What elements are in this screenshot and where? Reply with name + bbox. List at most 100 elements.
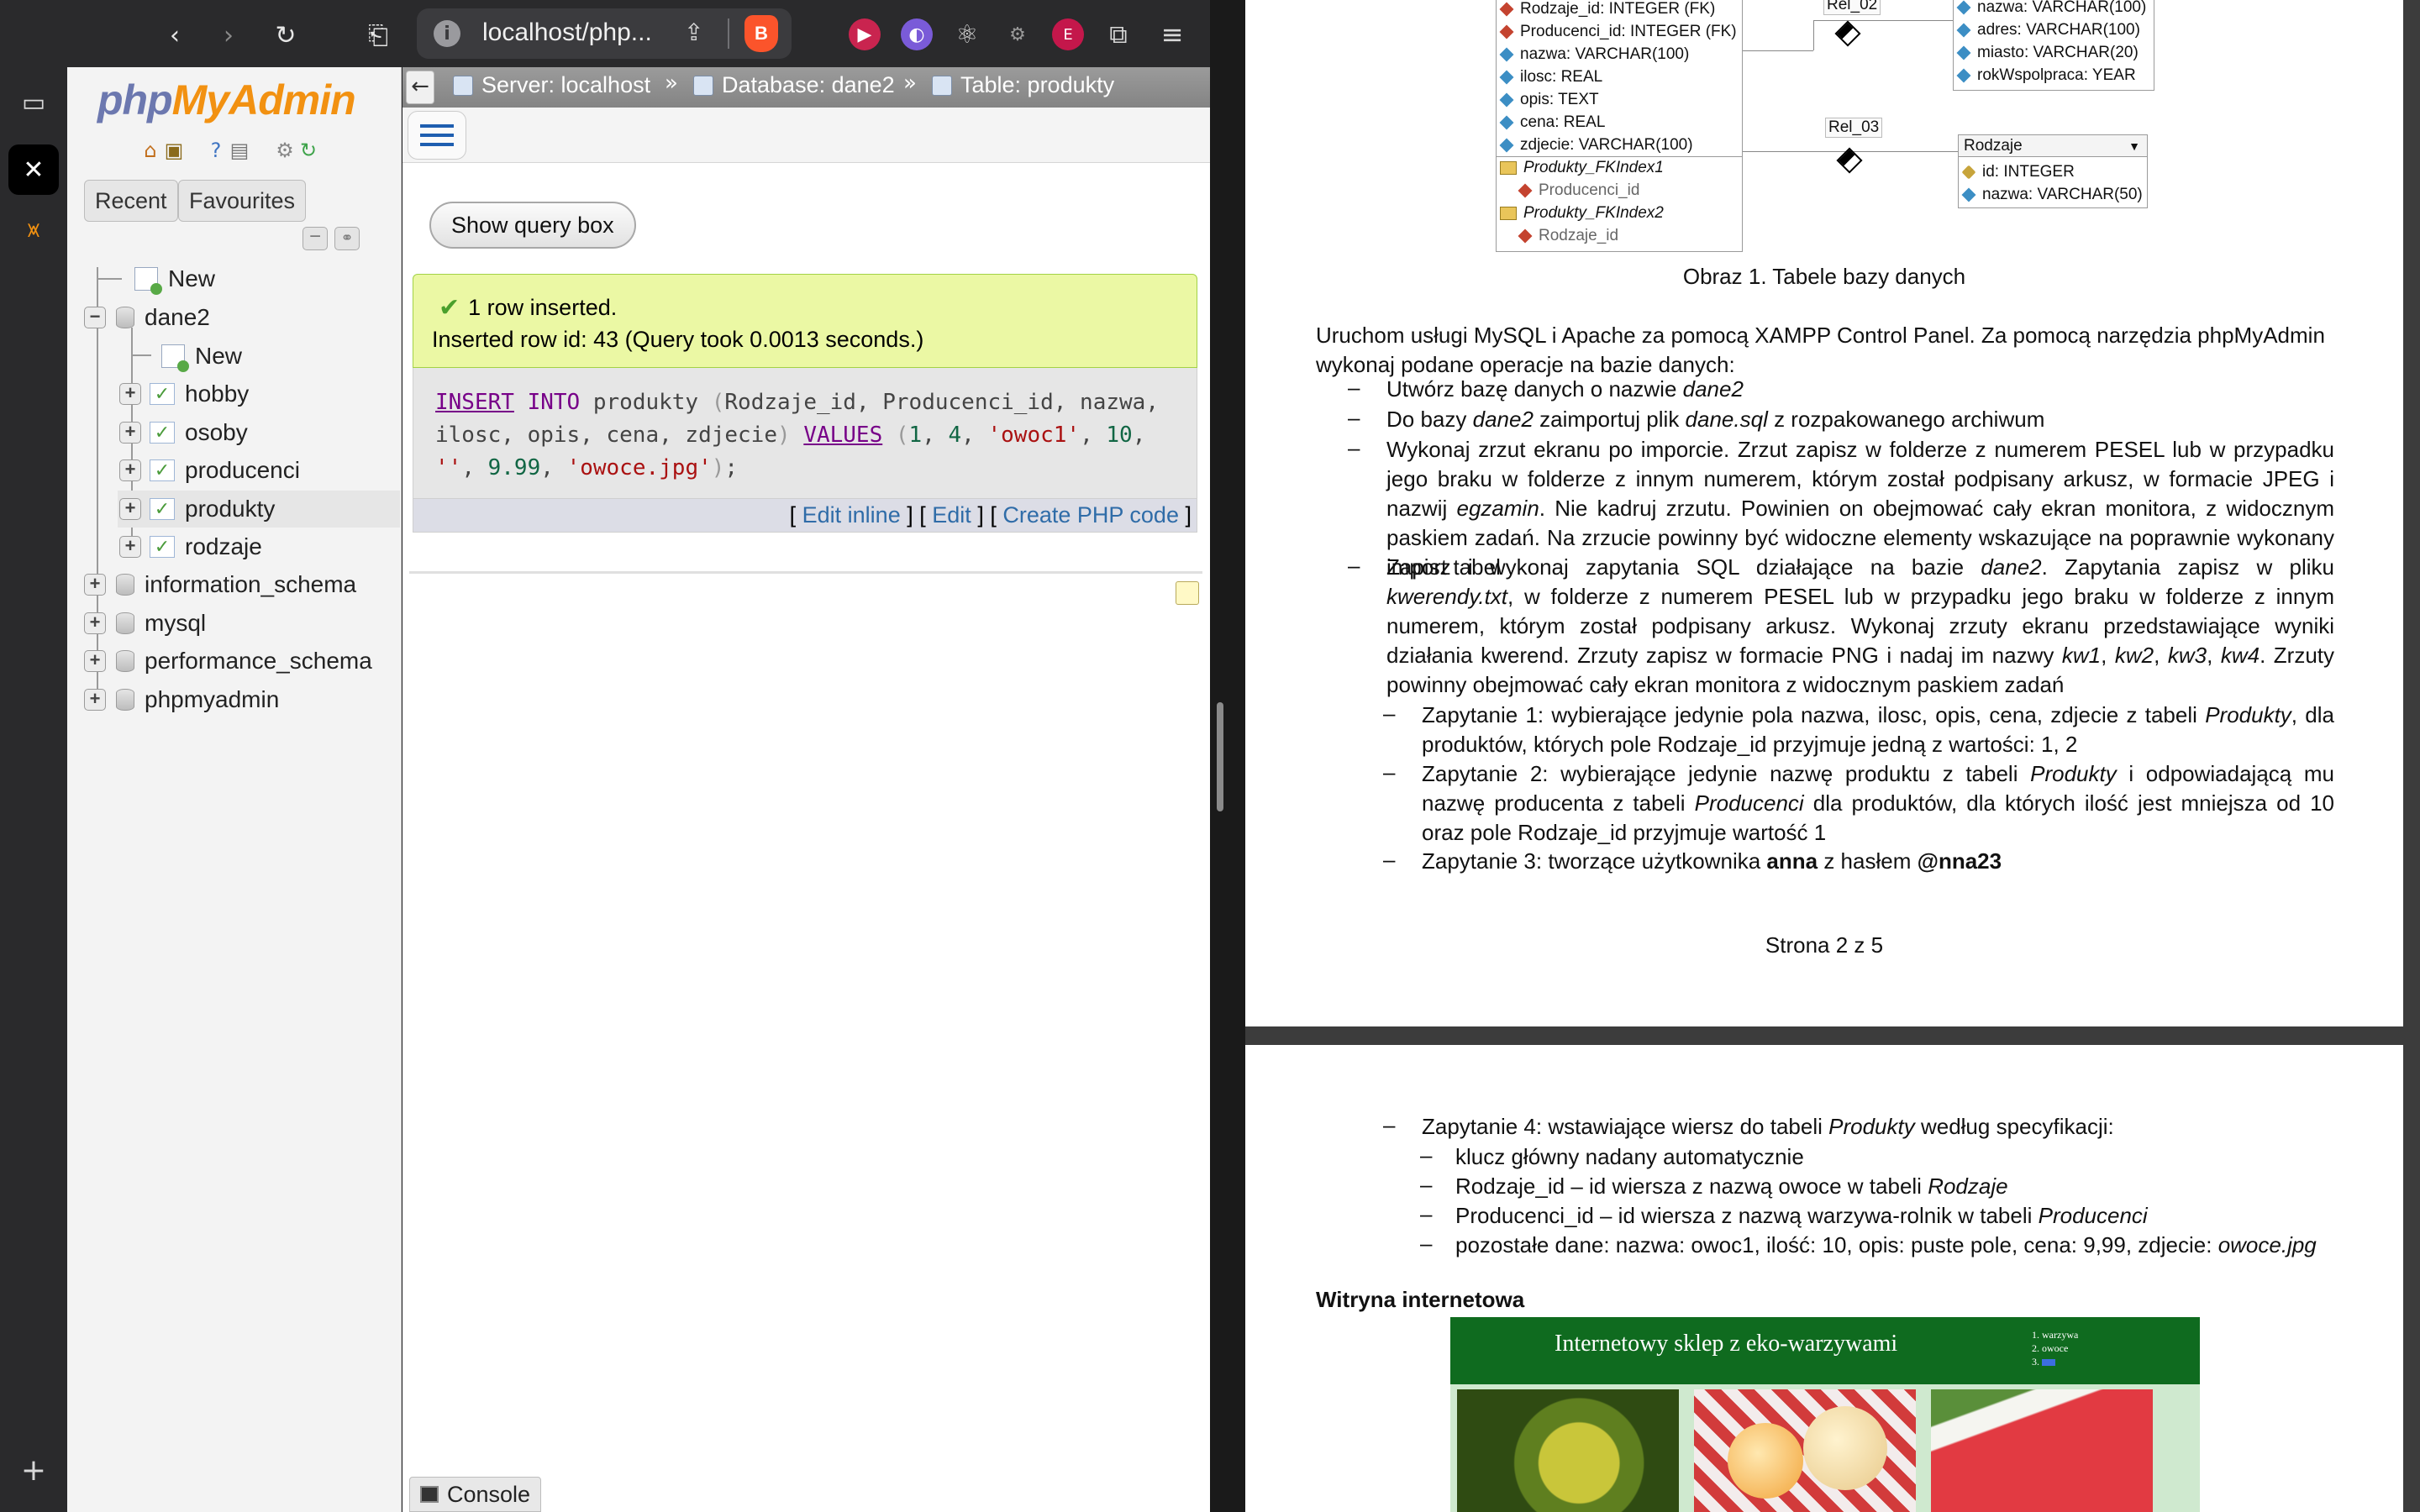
tree-item-producenci[interactable]: + ✓ producenci <box>119 454 300 487</box>
tree-item-mysql[interactable]: + mysql <box>84 606 206 640</box>
elementor-icon[interactable]: E <box>1052 18 1084 50</box>
tree-item-new[interactable]: New <box>126 262 215 296</box>
logout-icon[interactable]: ▣ <box>161 138 187 163</box>
react-icon[interactable]: ⚛ <box>951 18 983 50</box>
expand-toggle[interactable]: + <box>119 536 141 558</box>
intro-paragraph: Uruchom usługi MySQL i Apache za pomocą … <box>1316 323 2325 377</box>
phpmyadmin-logo[interactable]: phpMyAdmin <box>97 76 356 124</box>
extensions-icon[interactable]: ⧉ <box>1102 18 1134 50</box>
split-handle[interactable] <box>1217 702 1223 811</box>
bracket: ] [ <box>977 502 997 528</box>
tree-label: mysql <box>145 610 207 636</box>
show-query-box-button[interactable]: Show query box <box>429 202 636 249</box>
tree-item-hobby[interactable]: + ✓ hobby <box>119 377 249 411</box>
tree-item-new-table[interactable]: New <box>153 339 242 373</box>
list-item: Zapisz i wykonaj zapytania SQL działając… <box>1386 554 2335 697</box>
palette-icon[interactable]: ◐ <box>901 18 933 50</box>
relation-line <box>1813 20 1814 50</box>
close-icon[interactable]: ✕ <box>8 144 59 195</box>
play-icon[interactable]: ▶ <box>849 18 881 50</box>
sidebar-panel-icon[interactable]: ▭ <box>13 82 54 123</box>
sql-value: 10 <box>1106 423 1133 448</box>
er-field: nazwa: VARCHAR(100) <box>1954 0 2154 18</box>
sql-punc: ) <box>777 423 791 448</box>
split-divider[interactable] <box>1210 0 1245 1512</box>
brave-shields-icon[interactable]: B <box>744 15 778 52</box>
add-icon[interactable]: + <box>13 1450 54 1490</box>
tree-item-dane2[interactable]: − dane2 <box>84 301 210 334</box>
robot-icon[interactable]: ⚙ <box>1002 18 1034 50</box>
table-icon: ✓ <box>150 383 175 405</box>
sql-value: '' <box>435 455 462 480</box>
breadcrumb-table[interactable]: Table: produkty <box>932 72 1114 98</box>
menu-icon[interactable]: ≡ <box>1156 18 1188 50</box>
list-dash: – <box>1420 1231 1433 1256</box>
note-icon[interactable] <box>1176 581 1199 605</box>
expand-toggle[interactable]: + <box>84 574 106 596</box>
expand-toggle[interactable]: + <box>119 383 141 405</box>
share-icon[interactable]: ⇪ <box>684 18 703 46</box>
expand-toggle[interactable]: + <box>84 612 106 634</box>
expand-toggle[interactable]: + <box>119 498 141 520</box>
tab-favourites[interactable]: Favourites <box>178 180 307 222</box>
er-field: ilosc: REAL <box>1497 66 1742 88</box>
link-with-main-icon[interactable]: ⚭ <box>334 227 360 250</box>
tree-label: osoby <box>185 419 248 445</box>
nav-toggle-arrow-icon[interactable]: ← <box>406 71 434 104</box>
tree-item-osoby[interactable]: + ✓ osoby <box>119 416 248 449</box>
er-index-field: Producenci_id <box>1497 179 1742 202</box>
breadcrumb-label: Database: dane2 <box>722 72 895 97</box>
site-menu-item: 1. warzywa <box>2032 1329 2079 1341</box>
sql-keyword[interactable]: INSERT <box>435 390 514 415</box>
tree-item-produkty[interactable]: + ✓ produkty <box>119 492 275 526</box>
xampp-icon[interactable]: ⩙ <box>13 210 54 250</box>
tree-label: information_schema <box>145 571 357 597</box>
list-item: Zapytanie 2: wybierające jedynie nazwę p… <box>1422 761 2335 845</box>
expand-toggle[interactable]: + <box>84 689 106 711</box>
browser-toolbar: ‹ › ↻ ⎗ i localhost/php... ⇪ B ▶ ◐ ⚛ ⚙ E… <box>0 0 1210 67</box>
check-icon: ✔ <box>439 293 460 323</box>
er-field: adres: VARCHAR(100) <box>1954 18 2154 41</box>
breadcrumb-server[interactable]: Server: localhost <box>453 72 650 98</box>
database-icon <box>693 75 713 96</box>
tree-item-phpmyadmin[interactable]: + phpmyadmin <box>84 683 279 717</box>
tree-item-performance-schema[interactable]: + performance_schema <box>84 644 372 678</box>
settings-icon[interactable]: ⚙ <box>272 138 297 163</box>
url-divider <box>728 18 729 49</box>
hamburger-menu-icon[interactable] <box>408 111 466 160</box>
help-icon[interactable]: ? <box>203 138 229 163</box>
home-icon[interactable]: ⌂ <box>138 138 163 163</box>
url-bar[interactable]: i localhost/php... ⇪ B <box>417 8 792 59</box>
edit-link[interactable]: Edit <box>932 502 971 528</box>
expand-toggle[interactable]: + <box>84 650 106 672</box>
table-icon: ✓ <box>150 422 175 444</box>
er-field: nazwa: VARCHAR(100) <box>1497 43 1742 66</box>
top-menu-bar <box>402 108 1210 163</box>
reload-nav-icon[interactable]: ↻ <box>296 138 321 163</box>
tab-recent[interactable]: Recent <box>84 180 178 222</box>
breadcrumb-database[interactable]: Database: dane2 <box>693 72 895 98</box>
sql-value: 1 <box>908 423 923 448</box>
url-text[interactable]: localhost/php... <box>482 18 652 47</box>
console-button[interactable]: Console <box>409 1477 542 1512</box>
expand-toggle[interactable]: + <box>119 459 141 481</box>
expand-toggle[interactable]: + <box>119 422 141 444</box>
sql-keyword[interactable]: VALUES <box>803 423 882 448</box>
create-php-code-link[interactable]: Create PHP code <box>1002 502 1179 528</box>
back-icon[interactable]: ‹ <box>156 17 193 54</box>
er-field: Rodzaje_id: INTEGER (FK) <box>1497 0 1742 20</box>
new-table-icon <box>161 344 189 372</box>
docs-icon[interactable]: ▤ <box>227 138 252 163</box>
reload-icon[interactable]: ↻ <box>267 17 304 54</box>
sql-value: 4 <box>948 423 962 448</box>
collapse-all-icon[interactable]: − <box>302 227 328 250</box>
er-field: Producenci_id: INTEGER (FK) <box>1497 20 1742 43</box>
tree-item-rodzaje[interactable]: + ✓ rodzaje <box>119 530 262 564</box>
collapse-toggle[interactable]: − <box>84 307 106 328</box>
site-info-icon[interactable]: i <box>434 20 460 47</box>
edit-inline-link[interactable]: Edit inline <box>802 502 901 528</box>
tree-item-information-schema[interactable]: + information_schema <box>84 568 356 601</box>
forward-icon[interactable]: › <box>210 17 247 54</box>
bookmark-icon[interactable]: ⎗ <box>360 17 397 54</box>
sql-query-display: INSERT INTO produkty (Rodzaje_id, Produc… <box>413 368 1197 499</box>
